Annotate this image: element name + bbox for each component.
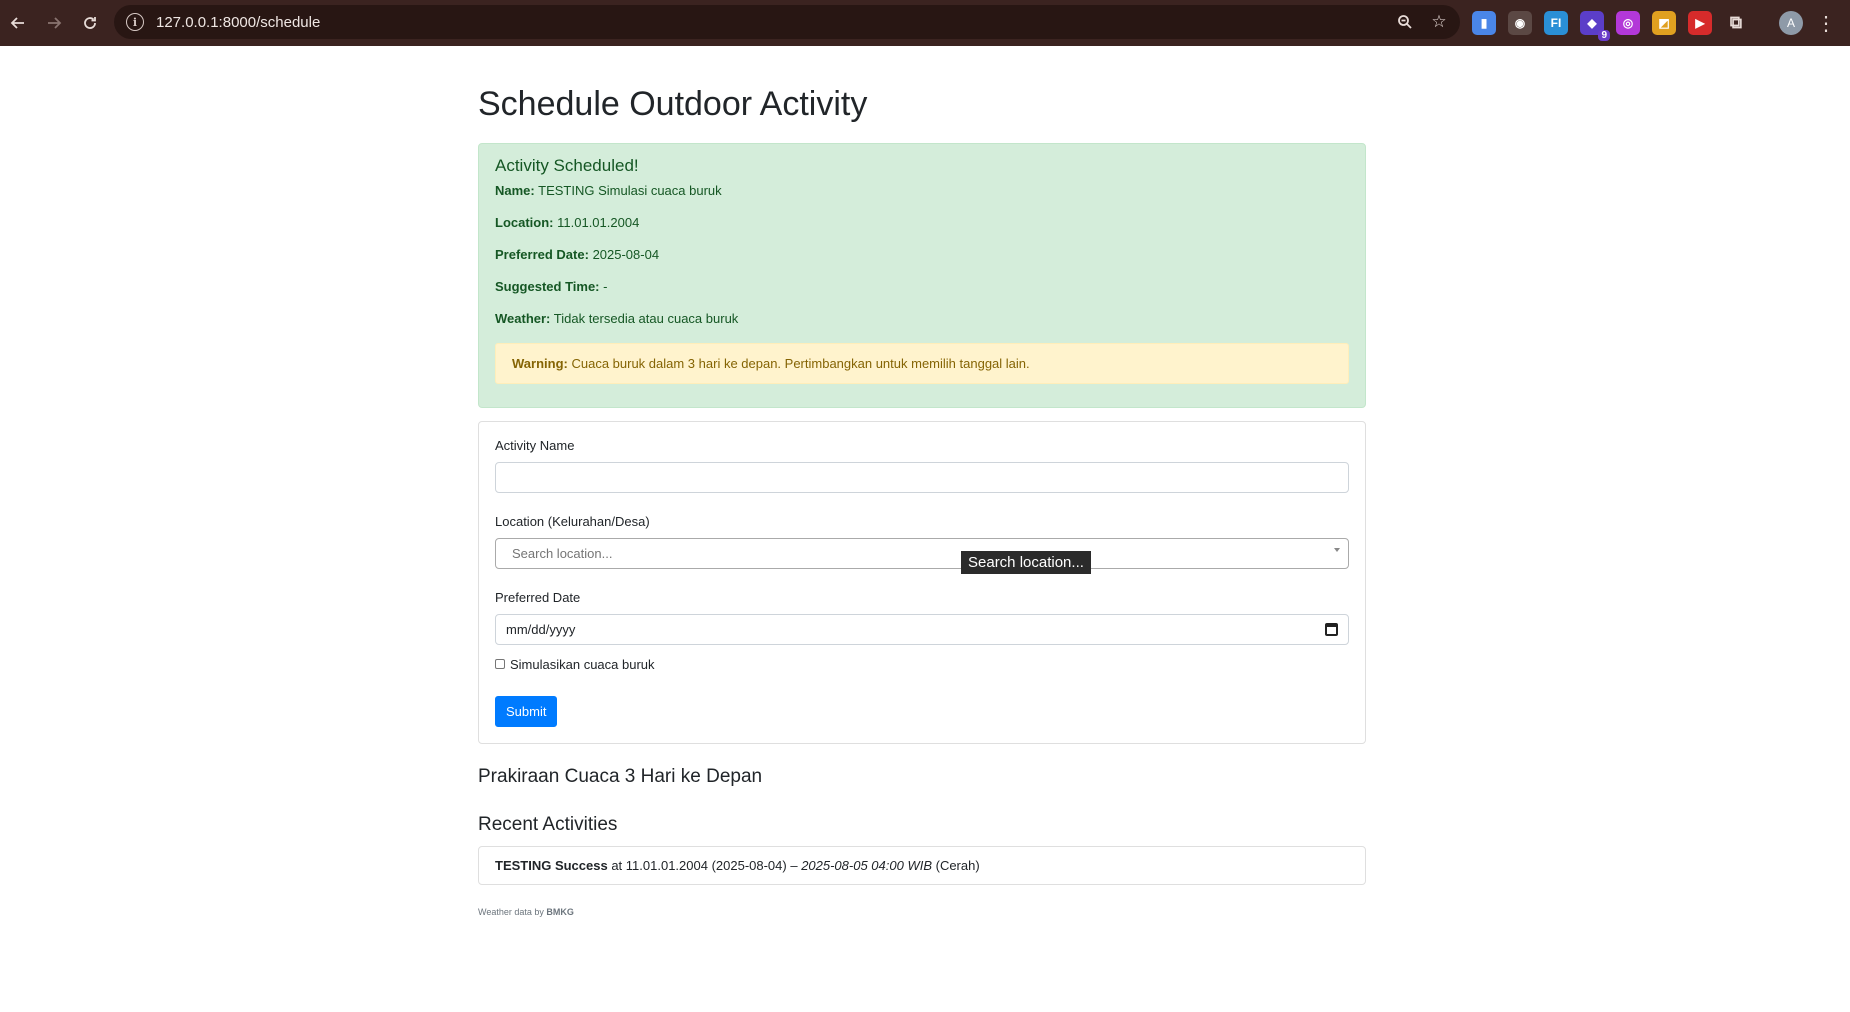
submit-button[interactable]: Submit: [495, 695, 558, 727]
recent-activities-list: TESTING Success at 11.01.01.2004 (2025-0…: [478, 845, 1366, 885]
dropdown-arrow-icon: [1334, 547, 1340, 552]
result-date: Preferred Date: 2025-08-04: [495, 246, 660, 262]
success-alert: Activity Scheduled! Name: TESTING Simula…: [478, 142, 1366, 408]
activity-condition: (Cerah): [932, 857, 980, 873]
address-bar[interactable]: i 127.0.0.1:8000/schedule ☆: [114, 5, 1460, 39]
preferred-date-label: Preferred Date: [495, 589, 581, 605]
list-item: TESTING Success at 11.01.01.2004 (2025-0…: [479, 847, 1365, 884]
back-arrow-icon[interactable]: [0, 5, 36, 41]
alert-heading: Activity Scheduled!: [495, 155, 639, 175]
palette-ext-icon[interactable]: ◩: [1652, 11, 1676, 35]
activity-detail: at 11.01.01.2004 (2025-08-04) –: [607, 857, 802, 873]
activity-time: 2025-08-05 04:00 WIB: [801, 857, 932, 873]
forecast-title: Prakiraan Cuaca 3 Hari ke Depan: [478, 765, 763, 787]
reload-icon[interactable]: [72, 5, 108, 41]
location-label: Location (Kelurahan/Desa): [495, 513, 650, 529]
location-select[interactable]: Search location...: [495, 537, 1349, 569]
extensions-bar: ▮ ◉ FI ◆ 9 ◎ ◩ ▶ ⧉: [1472, 0, 1748, 46]
location-placeholder: Search location...: [512, 545, 613, 561]
warning-label: Warning:: [512, 355, 568, 371]
forward-arrow-icon[interactable]: [36, 5, 72, 41]
activity-name-label: Activity Name: [495, 437, 575, 453]
profile-avatar[interactable]: A: [1779, 11, 1803, 35]
docs-ext-icon[interactable]: ▮: [1472, 11, 1496, 35]
result-location: Location: 11.01.01.2004: [495, 214, 640, 230]
puzzle-badge-ext-icon[interactable]: ◆ 9: [1580, 11, 1610, 41]
result-name: Name: TESTING Simulasi cuaca buruk: [495, 182, 722, 198]
warning-alert: Warning: Cuaca buruk dalam 3 hari ke dep…: [495, 342, 1349, 384]
extension-badge: 9: [1598, 30, 1610, 41]
schedule-form: Activity Name Location (Kelurahan/Desa) …: [478, 420, 1366, 744]
activity-name-input[interactable]: [495, 461, 1349, 493]
site-info-icon[interactable]: i: [126, 13, 144, 31]
simulate-row: Simulasikan cuaca buruk: [495, 657, 1349, 672]
footer-source: BMKG: [546, 906, 574, 917]
extensions-puzzle-icon[interactable]: ⧉: [1724, 11, 1748, 35]
recent-activities-title: Recent Activities: [478, 813, 618, 835]
address-url[interactable]: 127.0.0.1:8000/schedule: [156, 14, 320, 31]
youtube-ext-icon[interactable]: ▶: [1688, 11, 1712, 35]
date-placeholder: mm/dd/yyyy: [506, 621, 576, 637]
activity-name: TESTING Success: [495, 857, 608, 873]
result-weather: Weather: Tidak tersedia atau cuaca buruk: [495, 310, 739, 326]
fi-ext-icon[interactable]: FI: [1544, 11, 1568, 35]
owl-ext-icon[interactable]: ◉: [1508, 11, 1532, 35]
preferred-date-input[interactable]: mm/dd/yyyy: [495, 613, 1349, 645]
zoom-icon[interactable]: [1394, 11, 1416, 33]
browser-toolbar: i 127.0.0.1:8000/schedule ☆ ▮ ◉ FI ◆ 9 ◎ …: [0, 0, 1850, 46]
simulate-checkbox[interactable]: [495, 659, 505, 670]
main-container: Schedule Outdoor Activity Activity Sched…: [478, 46, 1366, 917]
page-title: Schedule Outdoor Activity: [478, 85, 868, 123]
calendar-icon[interactable]: [1325, 622, 1338, 636]
bookmark-star-icon[interactable]: ☆: [1428, 11, 1450, 33]
footer-note: Weather data by BMKG: [478, 906, 574, 917]
result-time: Suggested Time: -: [495, 278, 608, 294]
warning-text: Cuaca buruk dalam 3 hari ke depan. Perti…: [571, 355, 1030, 371]
location-tooltip: Search location...: [961, 550, 1091, 574]
kebab-menu-icon[interactable]: ⋮: [1816, 10, 1836, 36]
simulate-label[interactable]: Simulasikan cuaca buruk: [510, 657, 655, 672]
circle-ext-icon[interactable]: ◎: [1616, 11, 1640, 35]
